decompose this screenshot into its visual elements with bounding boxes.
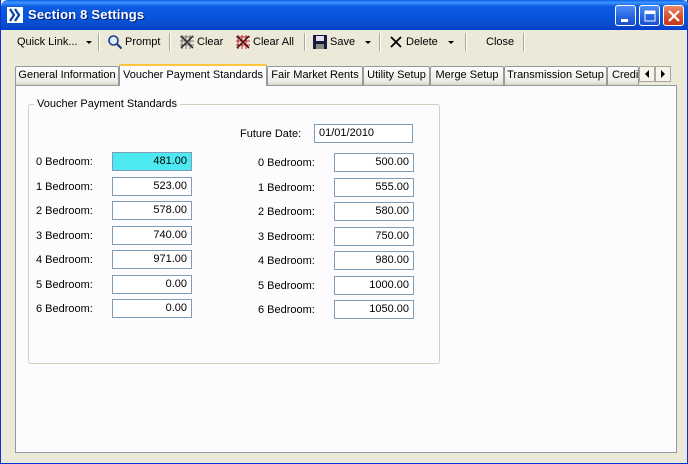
magnifier-icon bbox=[108, 35, 123, 50]
tab-strip: General Information Voucher Payment Stan… bbox=[15, 64, 679, 86]
future-bedroom-field[interactable]: 750.00 bbox=[334, 226, 414, 246]
current-bedroom-label: 5 Bedroom: bbox=[36, 278, 93, 291]
toolbar-divider bbox=[465, 33, 467, 51]
current-bedroom-label: 3 Bedroom: bbox=[36, 229, 93, 242]
tab-scroll-arrows bbox=[639, 66, 671, 82]
chevron-down-icon bbox=[85, 40, 92, 44]
future-bedroom-label: 6 Bedroom: bbox=[258, 304, 315, 316]
tab-fair-market-rents[interactable]: Fair Market Rents bbox=[267, 66, 363, 85]
app-icon bbox=[7, 7, 23, 23]
future-bedroom-field[interactable]: 1050.00 bbox=[334, 300, 414, 319]
title-bar[interactable]: Section 8 Settings bbox=[1, 0, 688, 30]
clear-all-button[interactable]: Clear All bbox=[235, 32, 294, 52]
close-icon bbox=[668, 10, 680, 22]
future-bedroom-label: 4 Bedroom: bbox=[258, 255, 315, 267]
tab-merge-setup[interactable]: Merge Setup bbox=[430, 66, 504, 85]
current-bedroom-field[interactable]: 481.00 bbox=[112, 152, 192, 171]
clear-button[interactable]: Clear bbox=[179, 32, 223, 52]
delete-x-icon bbox=[390, 36, 402, 48]
toolbar: Quick Link... Prompt Clear Clear All Sav… bbox=[5, 30, 685, 54]
group-title: Voucher Payment Standards bbox=[34, 98, 181, 110]
window-title: Section 8 Settings bbox=[28, 7, 145, 22]
current-bedroom-field[interactable]: 971.00 bbox=[112, 250, 192, 269]
toolbar-divider bbox=[523, 33, 525, 51]
prompt-button[interactable]: Prompt bbox=[107, 32, 160, 52]
future-bedroom-field[interactable]: 500.00 bbox=[334, 153, 414, 172]
save-button[interactable]: Save bbox=[312, 32, 372, 52]
current-bedroom-field[interactable]: 0.00 bbox=[112, 299, 192, 318]
tab-credit[interactable]: Credit bbox=[607, 66, 639, 85]
future-bedroom-label: 1 Bedroom: bbox=[258, 181, 315, 194]
future-bedroom-label: 2 Bedroom: bbox=[258, 206, 315, 218]
close-window-button[interactable] bbox=[663, 5, 684, 26]
toolbar-divider bbox=[169, 33, 171, 51]
tab-transmission-setup[interactable]: Transmission Setup bbox=[504, 66, 607, 85]
current-bedroom-field[interactable]: 0.00 bbox=[112, 274, 192, 294]
delete-label: Delete bbox=[406, 36, 438, 48]
future-bedroom-label: 5 Bedroom: bbox=[258, 279, 315, 292]
future-date-field[interactable]: 01/01/2010 bbox=[314, 124, 413, 143]
future-bedroom-field[interactable]: 555.00 bbox=[334, 177, 414, 197]
future-bedroom-field[interactable]: 980.00 bbox=[334, 251, 414, 270]
current-bedroom-label: 0 Bedroom: bbox=[36, 156, 93, 168]
quick-link-label: Quick Link... bbox=[17, 36, 78, 48]
maximize-button[interactable] bbox=[639, 5, 660, 26]
floppy-disk-icon bbox=[313, 35, 327, 49]
current-bedroom-label: 4 Bedroom: bbox=[36, 254, 93, 266]
toolbar-divider bbox=[98, 33, 100, 51]
future-date-label: Future Date: bbox=[240, 128, 302, 140]
tab-voucher-payment-standards[interactable]: Voucher Payment Standards bbox=[119, 64, 267, 86]
chevron-down-icon bbox=[365, 40, 372, 44]
future-bedroom-field[interactable]: 1000.00 bbox=[334, 275, 414, 295]
minimize-button[interactable] bbox=[615, 5, 636, 26]
settings-window: Section 8 Settings Quick Link... Prompt bbox=[0, 0, 688, 464]
clear-all-icon bbox=[236, 35, 250, 49]
maximize-icon bbox=[644, 10, 656, 22]
delete-button[interactable]: Delete bbox=[388, 32, 454, 52]
toolbar-divider bbox=[379, 33, 381, 51]
clear-all-label: Clear All bbox=[253, 36, 294, 48]
chevron-left-icon bbox=[645, 70, 649, 78]
current-bedroom-field[interactable]: 740.00 bbox=[112, 225, 192, 245]
clear-icon bbox=[180, 35, 194, 49]
clear-label: Clear bbox=[197, 36, 224, 48]
current-bedroom-label: 6 Bedroom: bbox=[36, 303, 93, 315]
tab-general-information[interactable]: General Information bbox=[15, 66, 119, 85]
tab-scroll-left-button[interactable] bbox=[639, 66, 655, 82]
future-bedroom-label: 3 Bedroom: bbox=[258, 230, 315, 243]
save-label: Save bbox=[330, 36, 356, 48]
future-bedroom-label: 0 Bedroom: bbox=[258, 157, 315, 169]
current-bedroom-field[interactable]: 578.00 bbox=[112, 201, 192, 220]
current-bedroom-label: 1 Bedroom: bbox=[36, 180, 93, 193]
chevron-down-icon bbox=[447, 40, 454, 44]
current-bedroom-label: 2 Bedroom: bbox=[36, 205, 93, 217]
quick-link-button[interactable]: Quick Link... bbox=[17, 32, 92, 52]
toolbar-divider bbox=[304, 33, 306, 51]
future-bedroom-field[interactable]: 580.00 bbox=[334, 202, 414, 221]
prompt-label: Prompt bbox=[125, 36, 161, 48]
tab-scroll-right-button[interactable] bbox=[655, 66, 671, 82]
minimize-icon bbox=[621, 19, 628, 22]
tab-utility-setup[interactable]: Utility Setup bbox=[363, 66, 430, 85]
current-bedroom-field[interactable]: 523.00 bbox=[112, 176, 192, 196]
chevron-right-icon bbox=[661, 70, 665, 78]
close-label: Close bbox=[486, 36, 515, 48]
close-button[interactable]: Close bbox=[486, 32, 514, 52]
